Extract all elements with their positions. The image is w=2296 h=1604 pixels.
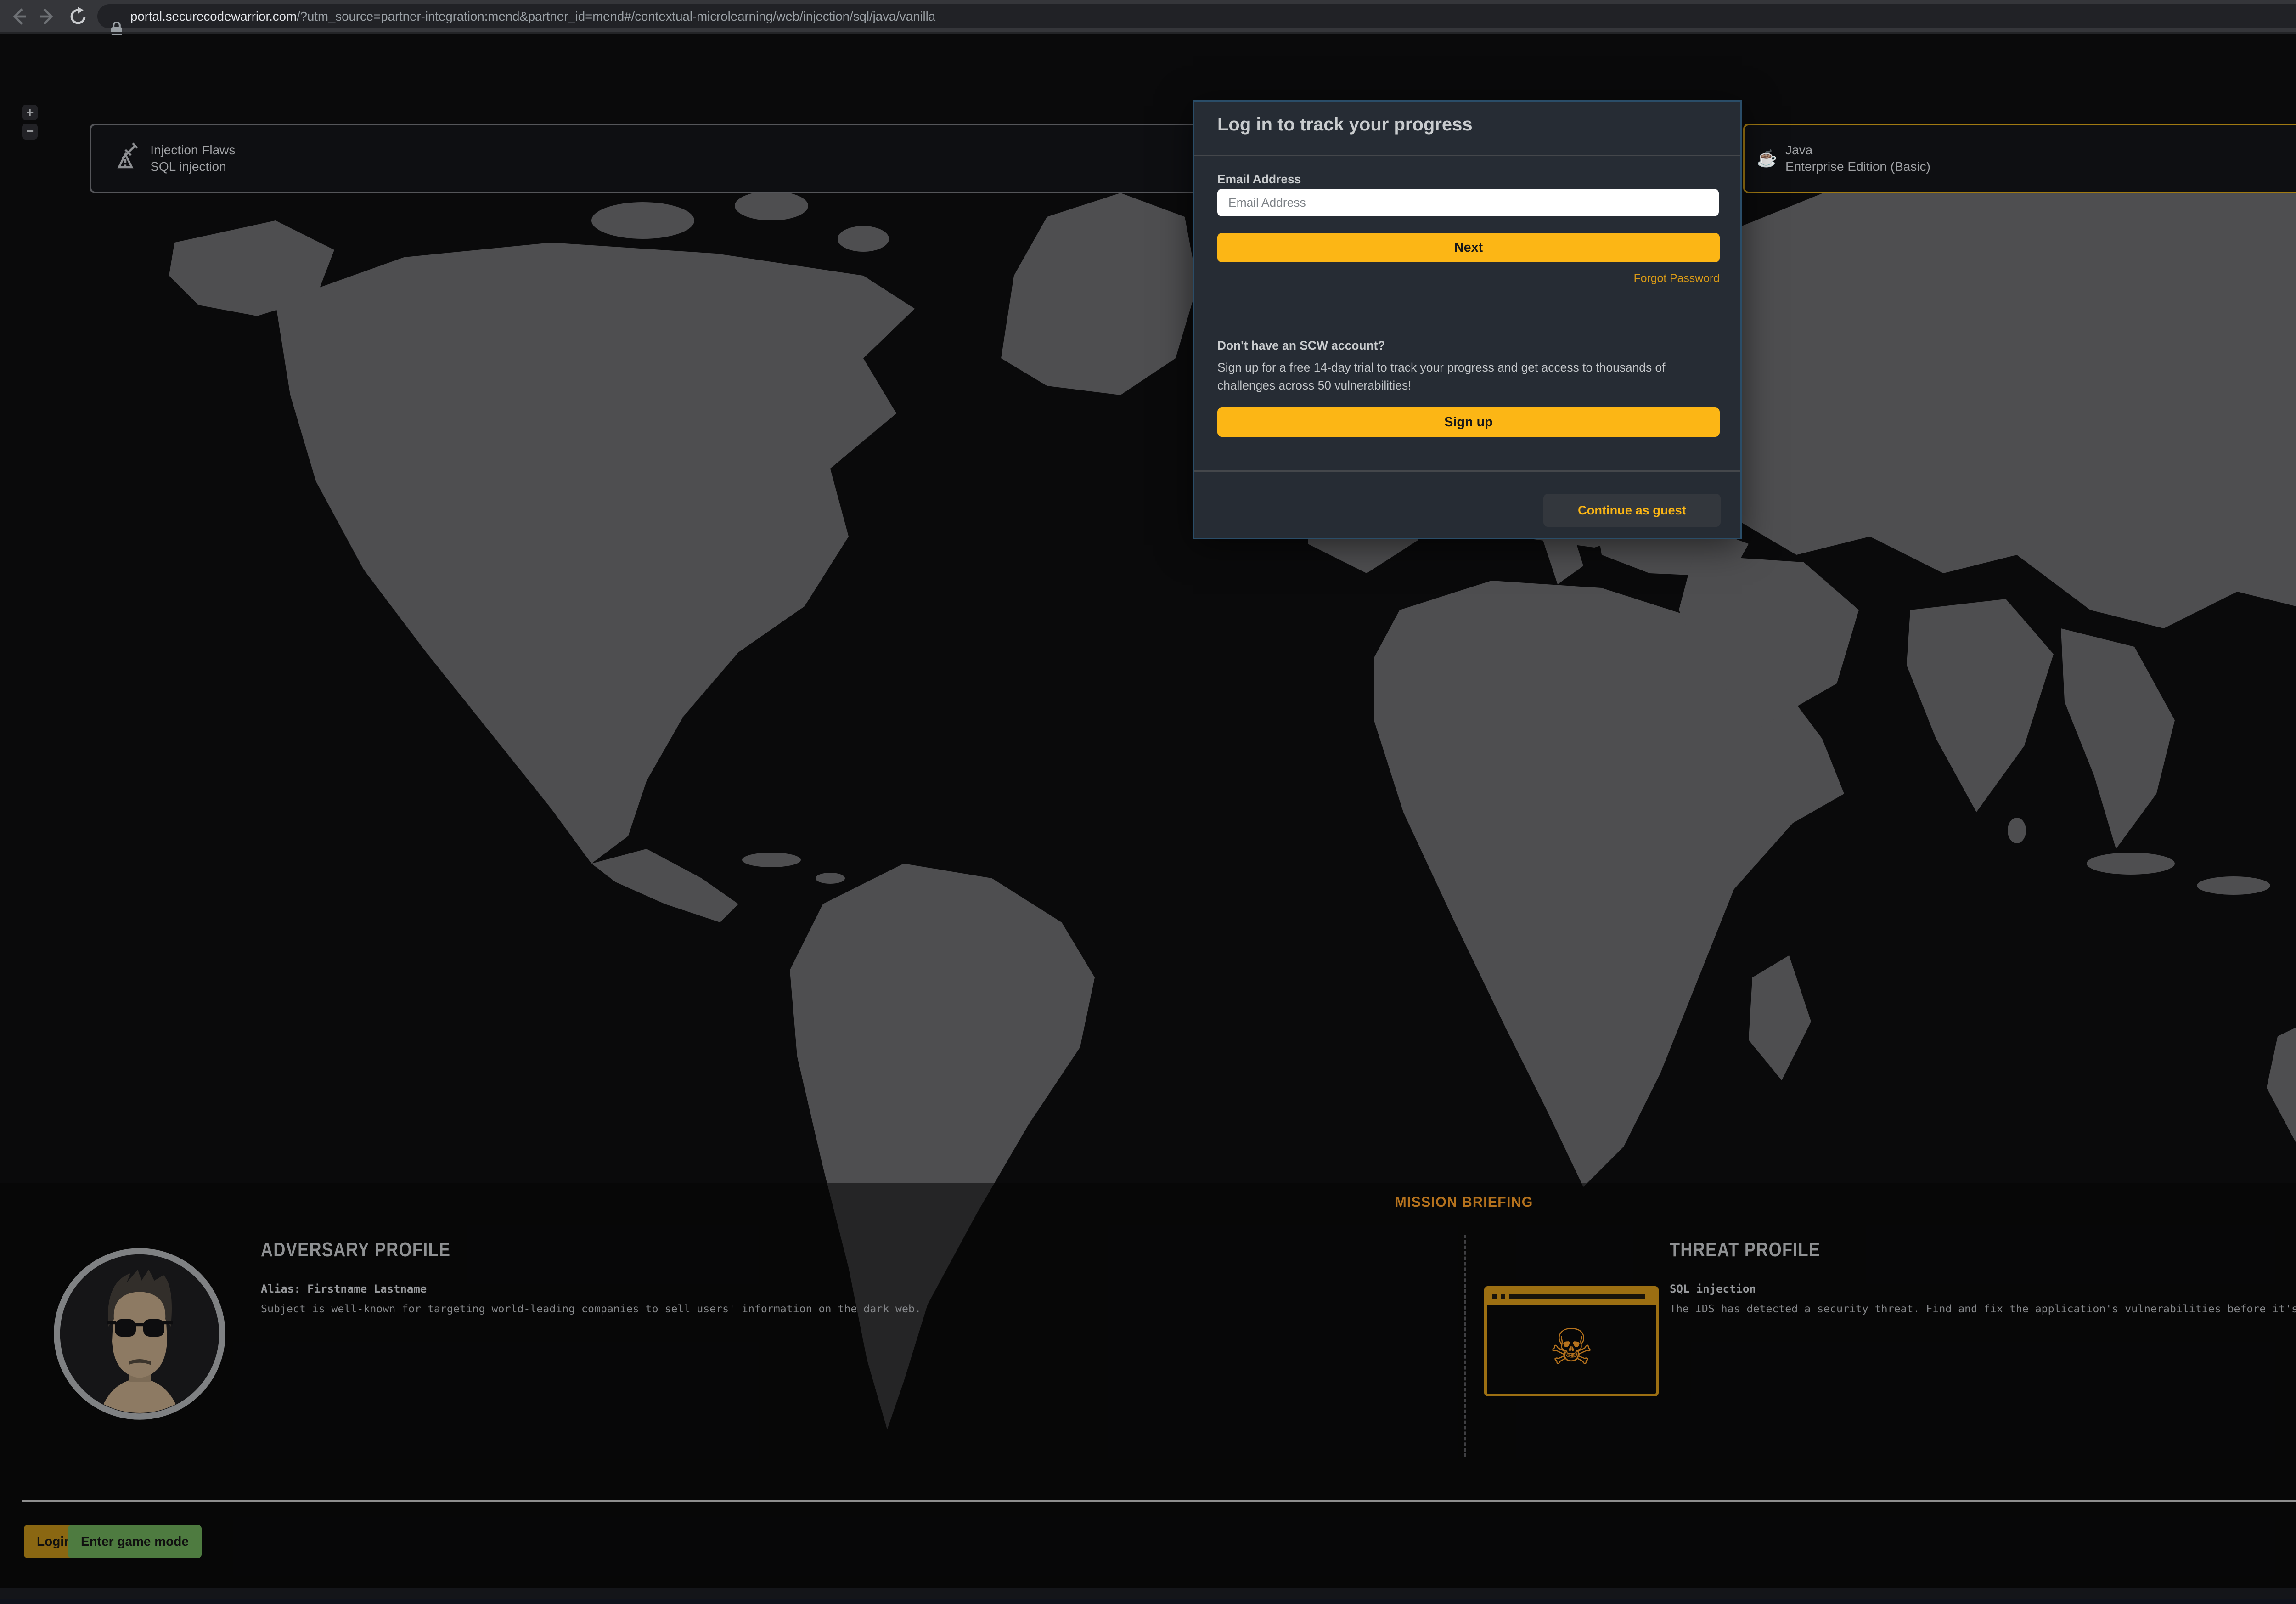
signup-heading: Don't have an SCW account? (1217, 339, 1385, 353)
email-label: Email Address (1217, 172, 1301, 186)
map-north-america (276, 243, 915, 864)
footer-strip (0, 1588, 2296, 1599)
url-path: /?utm_source=partner-integration:mend&pa… (297, 9, 935, 23)
modal-footer-divider (1194, 470, 1740, 472)
modal-header-divider (1194, 155, 1740, 156)
next-button[interactable]: Next (1217, 233, 1720, 262)
threat-window-titlebar (1487, 1289, 1656, 1305)
footer-strip-bottom (0, 1599, 2296, 1604)
toolbar-divider (0, 32, 2296, 34)
back-icon[interactable] (7, 6, 29, 28)
map-greenland (1001, 193, 1198, 395)
map-australia (2267, 985, 2296, 1209)
mission-briefing-title: MISSION BRIEFING (1280, 1194, 1648, 1210)
reload-icon[interactable] (67, 6, 89, 28)
injection-syringe-icon (110, 140, 139, 178)
continue-as-guest-button[interactable]: Continue as guest (1543, 494, 1721, 527)
language-name: Java (1785, 142, 1930, 158)
browser-toolbar: portal.securecodewarrior.com/?utm_source… (0, 0, 2296, 32)
secure-code-warrior-portal: portal.securecodewarrior.com/?utm_source… (0, 0, 2296, 1604)
adversary-avatar (53, 1246, 226, 1429)
adversary-description: Subject is well-known for targeting worl… (261, 1303, 921, 1315)
footer-divider (22, 1500, 2296, 1502)
lock-icon (110, 9, 123, 43)
adversary-alias: Alias: Firstname Lastname (261, 1282, 427, 1295)
adversary-profile-heading: ADVERSARY PROFILE (261, 1238, 450, 1261)
forgot-password-link[interactable]: Forgot Password (1217, 272, 1720, 285)
map-zoom-in-button[interactable]: + (22, 105, 38, 120)
threat-skull-window: ☠ (1484, 1286, 1659, 1396)
signup-text: Sign up for a free 14-day trial to track… (1217, 359, 1722, 395)
login-modal: Log in to track your progress Email Addr… (1193, 100, 1742, 539)
url-text: portal.securecodewarrior.com/?utm_source… (130, 6, 2296, 27)
map-zoom-out-button[interactable]: − (22, 124, 38, 139)
signup-button[interactable]: Sign up (1217, 407, 1720, 437)
briefing-dashed-line (1464, 1235, 1466, 1457)
url-bar[interactable]: portal.securecodewarrior.com/?utm_source… (97, 4, 2296, 28)
map-attribution: This map is based on public domain map d… (0, 1571, 2296, 1581)
forward-icon[interactable] (37, 6, 59, 28)
map-india (1907, 599, 2054, 812)
language-edition: Enterprise Edition (Basic) (1785, 158, 1930, 175)
threat-name: SQL injection (1670, 1282, 1756, 1295)
enter-game-mode-button[interactable]: Enter game mode (68, 1525, 202, 1558)
email-input[interactable] (1217, 189, 1719, 216)
modal-title: Log in to track your progress (1217, 114, 1473, 135)
vulnerability-category: Injection Flaws (150, 142, 235, 158)
language-selector[interactable]: ☕ Java Enterprise Edition (Basic) REMEMB… (1743, 124, 2296, 193)
vulnerability-name: SQL injection (150, 158, 235, 175)
threat-description: The IDS has detected a security threat. … (1670, 1303, 2296, 1315)
url-domain: portal.securecodewarrior.com (130, 9, 297, 23)
java-coffee-icon: ☕ (1752, 149, 1782, 168)
threat-profile-heading: THREAT PROFILE (1670, 1238, 1820, 1261)
skull-icon: ☠ (1487, 1307, 1656, 1388)
